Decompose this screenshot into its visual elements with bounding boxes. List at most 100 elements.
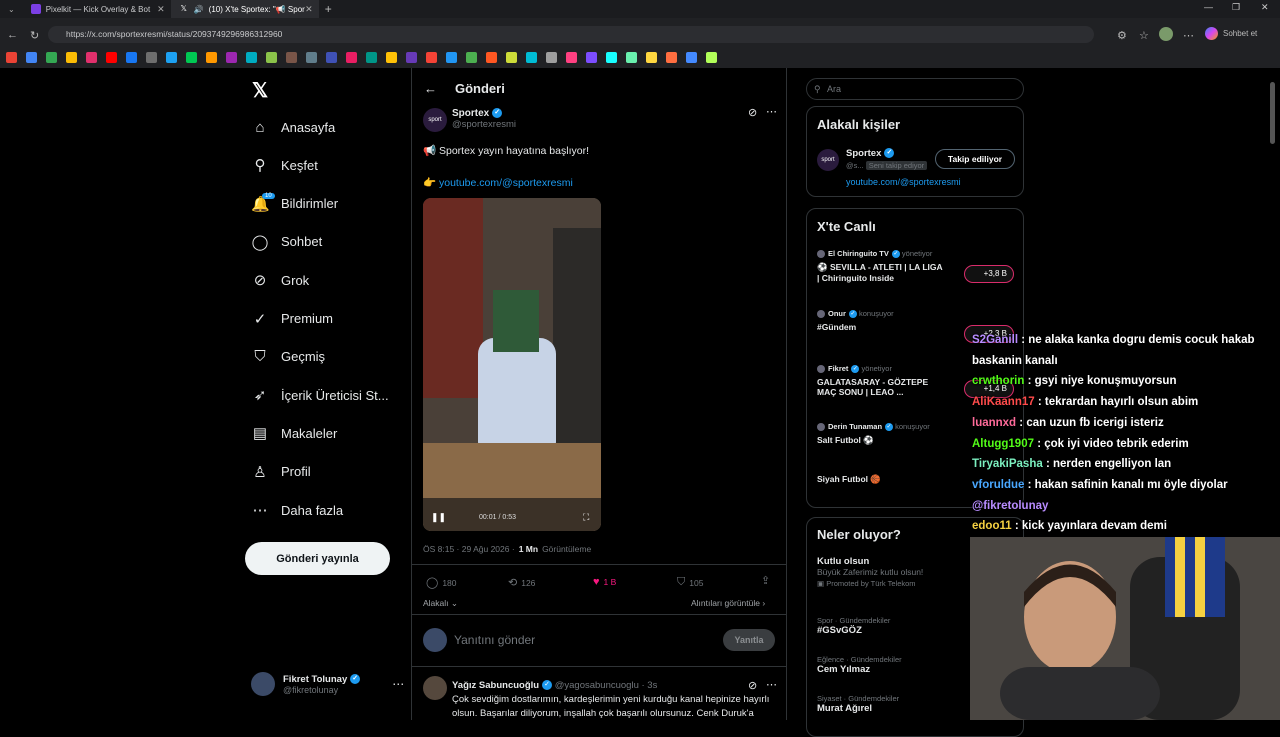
tab-x-sportex[interactable]: 𝕏 🔊 (10) X'te Sportex: "📢 Sporte ✕ — [170, 0, 319, 18]
back-arrow-icon[interactable]: ← — [424, 81, 437, 96]
like-action[interactable]: ♥ 1 B — [593, 576, 616, 588]
bookmark-favicon[interactable] — [106, 51, 117, 63]
live-space-item[interactable]: Siyah Futbol 🏀 — [817, 474, 881, 485]
window-close-icon[interactable]: ✕ — [1261, 2, 1269, 13]
nav-item-more[interactable]: ⋯ Daha fazla — [251, 498, 344, 522]
reply-author[interactable]: Yağız Sabuncuoğlu — [452, 680, 539, 691]
related-name[interactable]: Sportex — [846, 148, 881, 159]
avatar[interactable] — [1159, 27, 1173, 41]
grok-icon[interactable]: ⊘ — [748, 679, 757, 692]
fullscreen-icon[interactable]: ⛶ — [583, 512, 589, 523]
grok-icon[interactable]: ⊘ — [748, 106, 757, 119]
nav-item-article[interactable]: ▤ Makaleler — [251, 421, 337, 445]
menu-icon[interactable]: ⋯ — [1183, 29, 1194, 42]
related-link[interactable]: youtube.com/@sportexresmi — [846, 177, 961, 187]
copilot-label[interactable]: Sohbet et — [1223, 29, 1257, 38]
address-bar[interactable]: https://x.com/sportexresmi/status/209374… — [48, 26, 1094, 43]
reply-handle[interactable]: @yagosabuncuoglu · 3s — [555, 680, 658, 691]
play-pause-icon[interactable]: ❚❚ — [431, 512, 446, 523]
avatar[interactable]: sport — [423, 108, 447, 132]
post-time[interactable]: ÖS 8:15 · 29 Ağu 2026 · — [423, 544, 515, 554]
relevance-sort[interactable]: Alakalı ⌄ — [423, 598, 458, 609]
reload-icon[interactable]: ↻ — [30, 29, 39, 42]
live-listeners-pill[interactable]: +3,8 B — [964, 265, 1014, 283]
avatar[interactable] — [423, 676, 447, 700]
search-input[interactable]: ⚲ Ara — [806, 78, 1024, 100]
bookmark-favicon[interactable] — [186, 51, 197, 63]
bookmark-favicon[interactable] — [666, 51, 677, 63]
bookmark-favicon[interactable] — [486, 51, 497, 63]
bookmark-favicon[interactable] — [466, 51, 477, 63]
live-space-item[interactable]: El Chiringuito TV ✓ yönetiyor ⚽ SEVILLA - … — [817, 249, 943, 283]
bookmark-favicon[interactable] — [306, 51, 317, 63]
back-icon[interactable]: ← — [7, 29, 18, 41]
bookmark-favicon[interactable] — [446, 51, 457, 63]
bookmark-favicon[interactable] — [66, 51, 77, 63]
bookmark-favicon[interactable] — [546, 51, 557, 63]
more-icon[interactable]: ⋯ — [766, 105, 777, 118]
quotes-link[interactable]: Alıntıları görüntüle › — [691, 598, 765, 608]
trend-item[interactable]: Kutlu olsun Büyük Zaferimiz kutlu olsun! ▣… — [817, 556, 923, 588]
nav-item-rocket[interactable]: ➶ İçerik Üreticisi St... — [251, 383, 389, 407]
bookmark-favicon[interactable] — [646, 51, 657, 63]
favorites-icon[interactable]: ☆ — [1139, 29, 1149, 42]
bookmark-favicon[interactable] — [706, 51, 717, 63]
bookmark-favicon[interactable] — [326, 51, 337, 63]
bookmark-favicon[interactable] — [286, 51, 297, 63]
bookmark-favicon[interactable] — [566, 51, 577, 63]
bookmark-favicon[interactable] — [246, 51, 257, 63]
tab-pixelkit[interactable]: Pixelkit — Kick Overlay & Bot ✕ — [23, 0, 171, 18]
scrollbar-thumb[interactable] — [1270, 82, 1275, 144]
bookmark-favicon[interactable] — [386, 51, 397, 63]
nav-item-grok[interactable]: ⊘ Grok — [251, 268, 309, 292]
bookmark-action[interactable]: ⛉ 105 — [677, 576, 703, 589]
trend-item[interactable]: Spor · Gündemdekiler #GSvGÖZ — [817, 616, 890, 636]
repost-action[interactable]: ⟲ 126 — [508, 576, 535, 589]
bookmark-favicon[interactable] — [206, 51, 217, 63]
account-switcher[interactable]: Fikret Tolunay ✓ @fikretolunay ⋯ — [251, 672, 404, 696]
bookmark-favicon[interactable] — [46, 51, 57, 63]
post-link[interactable]: youtube.com/@sportexresmi — [439, 177, 573, 189]
avatar[interactable]: sport — [817, 149, 839, 171]
author-handle[interactable]: @sportexresmi — [452, 119, 516, 130]
bookmark-favicon[interactable] — [126, 51, 137, 63]
x-logo-icon[interactable]: 𝕏 — [252, 78, 268, 103]
reply-action[interactable]: ◯ 180 — [426, 576, 457, 589]
following-button[interactable]: Takip ediliyor — [935, 149, 1015, 169]
more-icon[interactable]: ⋯ — [766, 678, 777, 691]
author-name[interactable]: Sportex — [452, 108, 489, 119]
bookmark-favicon[interactable] — [86, 51, 97, 63]
related-handle[interactable]: @s... — [846, 161, 864, 170]
share-icon[interactable]: ⇪ — [761, 574, 770, 587]
minimize-icon[interactable]: — — [1204, 2, 1213, 12]
extensions-icon[interactable]: ⚙ — [1117, 29, 1127, 42]
close-icon[interactable]: ✕ — [305, 4, 313, 15]
nav-item-profile[interactable]: ♙ Profil — [251, 460, 310, 484]
nav-item-bookmark[interactable]: ⛉ Geçmiş — [251, 345, 325, 369]
trend-item[interactable]: Eğlence · Gündemdekiler Cem Yılmaz — [817, 655, 902, 675]
bookmark-favicon[interactable] — [586, 51, 597, 63]
bookmark-favicon[interactable] — [226, 51, 237, 63]
live-space-item[interactable]: Derin Tunaman ✓ konuşuyor Salt Futbol ⚽ — [817, 422, 930, 446]
copilot-icon[interactable] — [1205, 27, 1218, 40]
bookmark-favicon[interactable] — [366, 51, 377, 63]
maximize-icon[interactable]: ❐ — [1232, 2, 1240, 13]
bookmark-favicon[interactable] — [506, 51, 517, 63]
bookmark-favicon[interactable] — [426, 51, 437, 63]
bookmark-favicon[interactable] — [166, 51, 177, 63]
nav-item-home[interactable]: ⌂ Anasayfa — [251, 115, 335, 139]
bookmark-favicon[interactable] — [626, 51, 637, 63]
more-icon[interactable]: ⋯ — [392, 677, 404, 691]
bookmark-favicon[interactable] — [26, 51, 37, 63]
close-icon[interactable]: ✕ — [157, 4, 165, 15]
bookmark-favicon[interactable] — [346, 51, 357, 63]
trend-item[interactable]: Siyaset · Gündemdekiler Murat Ağırel — [817, 694, 899, 714]
bookmark-favicon[interactable] — [606, 51, 617, 63]
post-button[interactable]: Gönderi yayınla — [245, 542, 390, 575]
bookmark-favicon[interactable] — [146, 51, 157, 63]
nav-item-chat[interactable]: ◯ Sohbet — [251, 230, 323, 254]
live-space-item[interactable]: Onur ✓ konuşuyor #Gündem — [817, 309, 894, 332]
live-space-item[interactable]: Fikret ✓ yönetiyor GALATASARAY - GÖZTEPE MA… — [817, 364, 928, 397]
nav-item-search[interactable]: ⚲ Keşfet — [251, 153, 318, 177]
reply-button[interactable]: Yanıtla — [723, 629, 775, 651]
